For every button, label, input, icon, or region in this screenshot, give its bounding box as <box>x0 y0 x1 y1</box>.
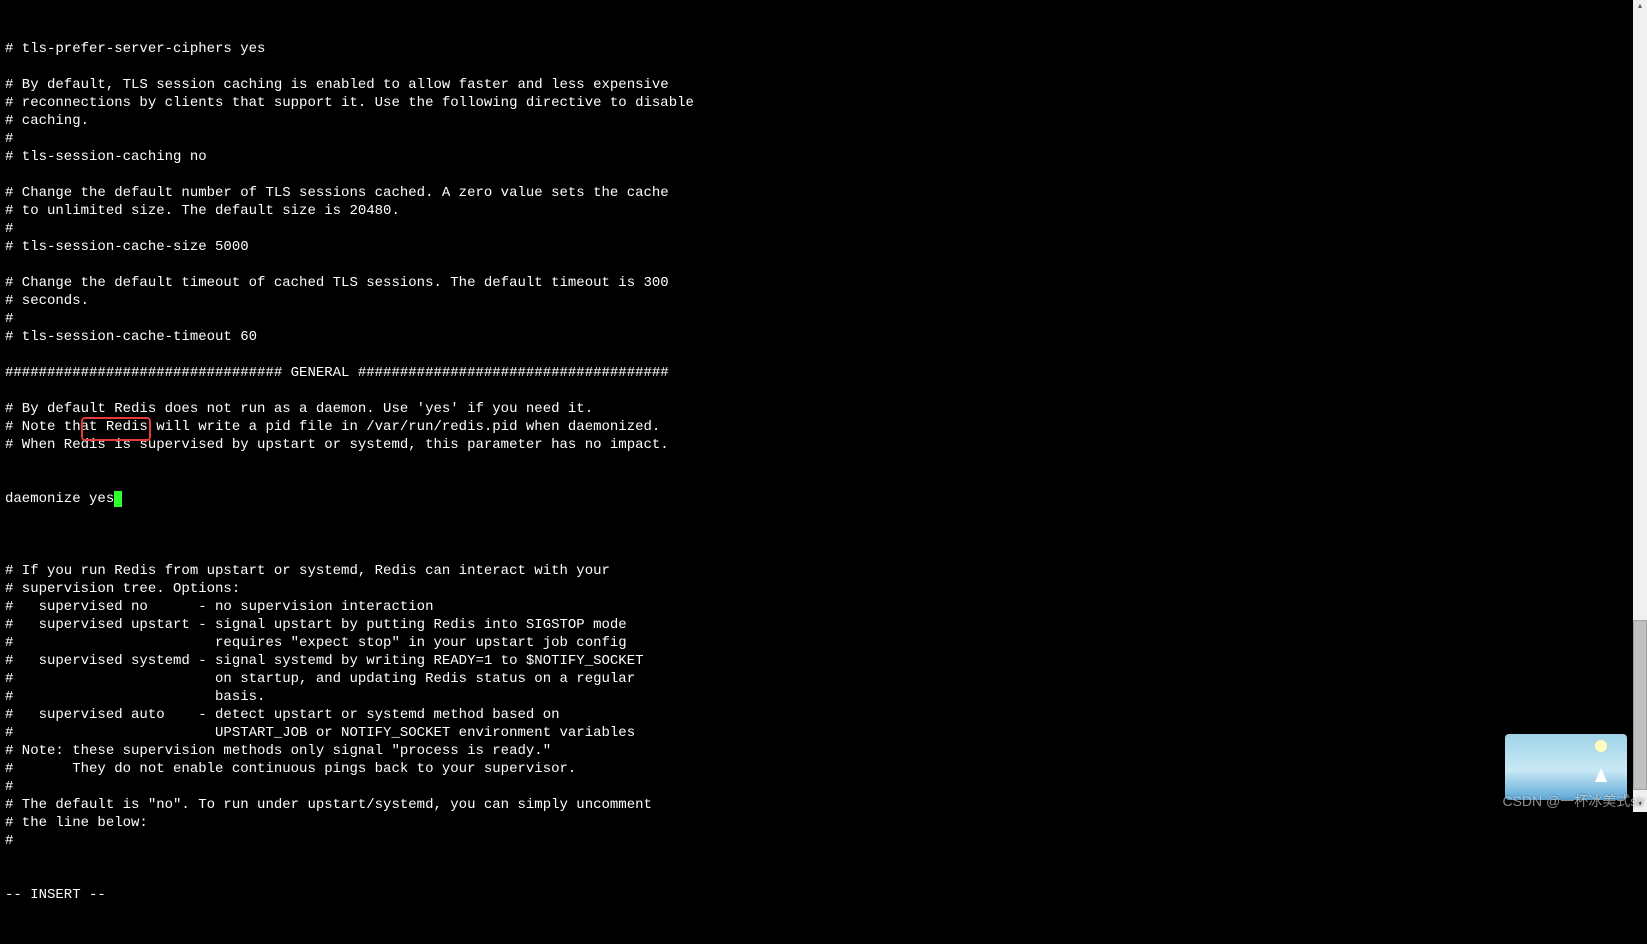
terminal-line: # tls-session-caching no <box>5 148 1642 166</box>
terminal-line <box>5 58 1642 76</box>
terminal-line: # seconds. <box>5 292 1642 310</box>
terminal-line: # They do not enable continuous pings ba… <box>5 760 1642 778</box>
terminal-line: # Change the default timeout of cached T… <box>5 274 1642 292</box>
terminal-line: # Change the default number of TLS sessi… <box>5 184 1642 202</box>
terminal-line: # Note: these supervision methods only s… <box>5 742 1642 760</box>
terminal-line: # If you run Redis from upstart or syste… <box>5 562 1642 580</box>
terminal-line: # <box>5 778 1642 796</box>
sun-icon <box>1595 740 1607 752</box>
daemonize-line: daemonize yes <box>5 490 1642 508</box>
terminal-line: ################################# GENERA… <box>5 364 1642 382</box>
terminal-line: # the line below: <box>5 814 1642 832</box>
terminal-line: # tls-session-cache-timeout 60 <box>5 328 1642 346</box>
sailboat-icon <box>1595 768 1607 782</box>
terminal-line: # The default is "no". To run under upst… <box>5 796 1642 814</box>
terminal-line: # tls-prefer-server-ciphers yes <box>5 40 1642 58</box>
terminal-editor[interactable]: # tls-prefer-server-ciphers yes # By defa… <box>0 0 1647 944</box>
terminal-line: # supervision tree. Options: <box>5 580 1642 598</box>
terminal-line: # When Redis is supervised by upstart or… <box>5 436 1642 454</box>
terminal-line: # UPSTART_JOB or NOTIFY_SOCKET environme… <box>5 724 1642 742</box>
terminal-line <box>5 256 1642 274</box>
terminal-line: # supervised upstart - signal upstart by… <box>5 616 1642 634</box>
scrollbar-thumb[interactable] <box>1633 620 1647 790</box>
terminal-line: # basis. <box>5 688 1642 706</box>
watermark-text: CSDN @一杯冰美式sir <box>1502 792 1645 810</box>
terminal-line: # tls-session-cache-size 5000 <box>5 238 1642 256</box>
terminal-line: # caching. <box>5 112 1642 130</box>
vertical-scrollbar[interactable]: ▴ ▾ <box>1633 0 1647 812</box>
terminal-line: # <box>5 130 1642 148</box>
vim-status-line: -- INSERT -- <box>5 886 1642 904</box>
terminal-line: # supervised systemd - signal systemd by… <box>5 652 1642 670</box>
terminal-line: # <box>5 310 1642 328</box>
terminal-line <box>5 382 1642 400</box>
terminal-line <box>5 346 1642 364</box>
terminal-line: # <box>5 220 1642 238</box>
terminal-line: # By default, TLS session caching is ena… <box>5 76 1642 94</box>
terminal-line: # reconnections by clients that support … <box>5 94 1642 112</box>
daemonize-value: yes <box>89 491 114 507</box>
terminal-line: # By default Redis does not run as a dae… <box>5 400 1642 418</box>
terminal-line: # supervised no - no supervision interac… <box>5 598 1642 616</box>
daemonize-prefix: daemonize <box>5 491 89 507</box>
terminal-line: # Note that Redis will write a pid file … <box>5 418 1642 436</box>
terminal-line: # requires "expect stop" in your upstart… <box>5 634 1642 652</box>
terminal-line: # to unlimited size. The default size is… <box>5 202 1642 220</box>
scrollbar-arrow-up[interactable]: ▴ <box>1633 0 1647 14</box>
terminal-line <box>5 166 1642 184</box>
assistant-floater[interactable] <box>1505 734 1627 800</box>
terminal-line: # supervised auto - detect upstart or sy… <box>5 706 1642 724</box>
terminal-line: # <box>5 832 1642 850</box>
terminal-line <box>5 544 1642 562</box>
text-cursor <box>114 491 122 507</box>
terminal-line: # on startup, and updating Redis status … <box>5 670 1642 688</box>
